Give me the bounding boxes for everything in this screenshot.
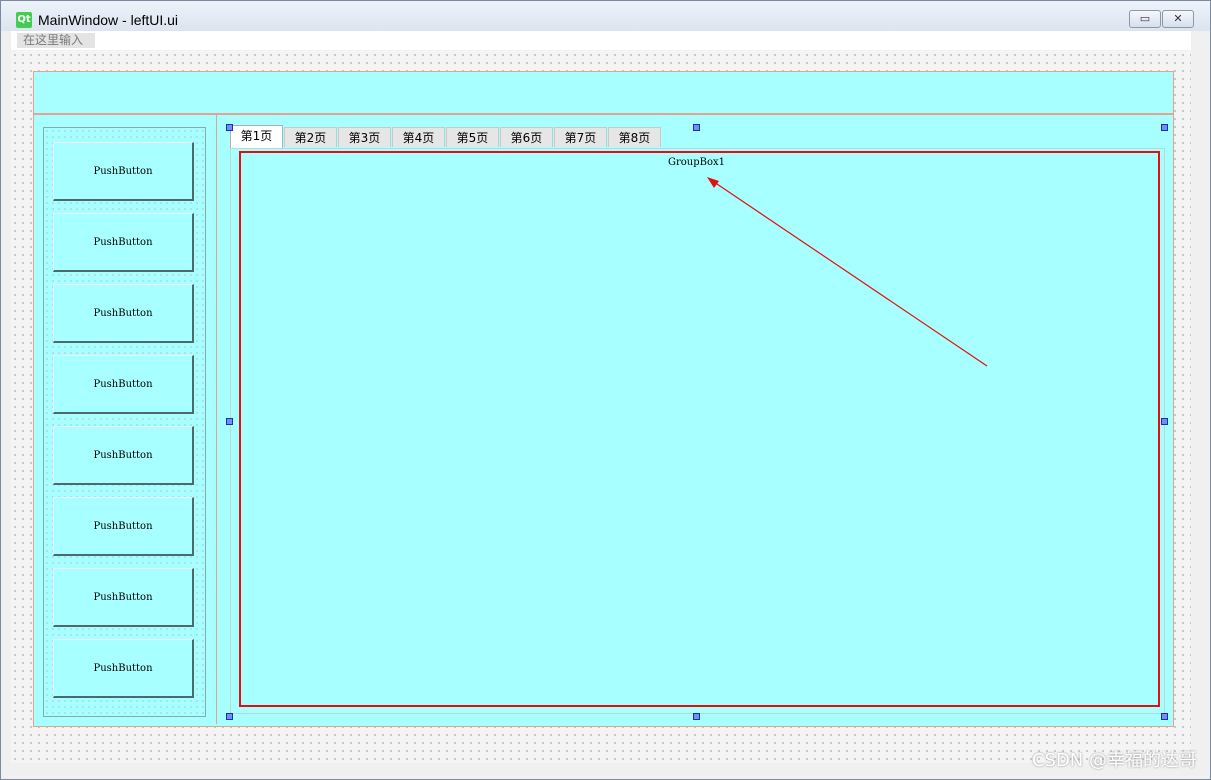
annotation-arrow-icon — [707, 177, 988, 367]
watermark: CSDN @幸福的达哥 — [1031, 750, 1197, 771]
